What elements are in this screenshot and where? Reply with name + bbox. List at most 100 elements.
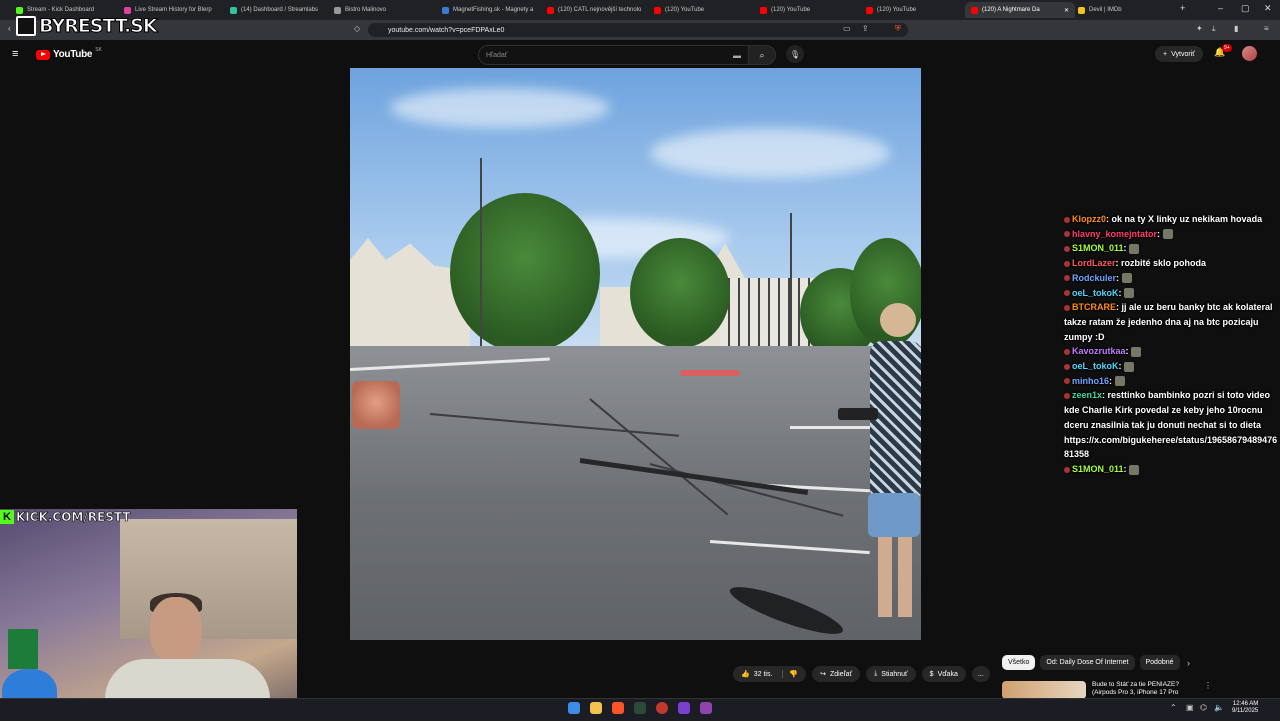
browser-tab[interactable]: (120) A Nightmare Da ✕ — [965, 2, 1075, 18]
plus-icon: + — [1163, 50, 1168, 58]
emote-icon — [1114, 376, 1125, 387]
close-window-icon[interactable]: ✕ — [1264, 3, 1272, 14]
chat-message: BTCRARE: jj ale uz beru banky btc ak kol… — [1064, 302, 1273, 342]
rc-plane — [680, 370, 740, 376]
download-label: Stiahnuť — [881, 670, 908, 678]
tab-label: Bistro Malinovo — [345, 7, 387, 13]
chat-username: minho16 — [1072, 375, 1110, 386]
kick-channel-text: KICK.COM/RESTT — [16, 510, 131, 525]
youtube-play-icon — [36, 49, 50, 60]
clock-date: 9/11/2025 — [1232, 708, 1259, 714]
filter-chip[interactable]: Podobné — [1139, 655, 1180, 670]
light-pole — [480, 158, 482, 348]
parking-line — [790, 426, 870, 429]
minimize-icon[interactable]: – — [1218, 3, 1223, 13]
share-page-icon[interactable]: ⇪ — [862, 24, 869, 33]
more-actions-button[interactable]: ... — [971, 666, 990, 682]
chat-message: Klopzz0: ok na ty X linky uz nekikam hov… — [1064, 212, 1278, 227]
reaction-face-overlay — [352, 381, 400, 429]
browser-tab[interactable]: (14) Dashboard / Streamlabs — [224, 2, 334, 18]
stream-chat-overlay: Klopzz0: ok na ty X linky uz nekikam hov… — [1064, 212, 1278, 477]
emote-icon — [1129, 244, 1140, 255]
system-clock[interactable]: 12:46 AM 9/11/2025 — [1232, 701, 1258, 715]
app-icon[interactable] — [678, 702, 690, 714]
browser-tab[interactable]: (120) CATL nejnovější technolo — [541, 2, 651, 18]
chat-message: hlavny_komejntator: — [1064, 227, 1278, 242]
platform-badge-icon — [1064, 363, 1070, 370]
recommendation-item[interactable]: Bude to Stáť za tie PENIAZE? (Airpods Pr… — [1002, 681, 1270, 699]
back-icon[interactable]: ‹ — [8, 24, 11, 33]
chat-username: Klopzz0 — [1072, 214, 1107, 224]
close-tab-icon[interactable]: ✕ — [1064, 7, 1069, 14]
tray-app-icon[interactable]: ▣ — [1186, 703, 1194, 712]
sidebar-icon[interactable]: ▮ — [1234, 24, 1238, 33]
download-button[interactable]: ⤓ Stiahnuť — [866, 666, 916, 682]
keyboard-icon[interactable]: ▬ — [733, 51, 741, 60]
avatar[interactable] — [1242, 46, 1257, 61]
volume-icon[interactable]: 🔈 — [1214, 703, 1224, 712]
browser-tab[interactable]: Bistro Malinovo — [328, 2, 440, 18]
filter-chip[interactable]: Od: Daily Dose Of Internet — [1040, 655, 1135, 670]
chevron-right-icon[interactable]: › — [1187, 658, 1190, 668]
tree — [630, 238, 730, 348]
more-actions-icon: ... — [977, 670, 984, 678]
app-icon[interactable] — [700, 702, 712, 714]
light-pole — [790, 213, 792, 353]
maximize-icon[interactable]: ▢ — [1241, 3, 1250, 14]
new-tab-button[interactable]: + — [1180, 3, 1185, 13]
chat-message: LordLazer: rozbité sklo pohoda — [1064, 256, 1278, 271]
browser-tab[interactable]: Devil | IMDb — [1072, 2, 1174, 18]
downloads-icon[interactable]: ⤓ — [1212, 24, 1216, 34]
platform-badge-icon — [1064, 304, 1070, 311]
address-bar[interactable]: youtube.com/watch?v=pceFDPAxLe0 — [368, 23, 908, 37]
thanks-button[interactable]: $ Vďaka — [921, 666, 966, 682]
recommendation-thumbnail[interactable] — [1002, 681, 1086, 699]
thanks-label: Vďaka — [937, 670, 958, 678]
voice-search-button[interactable]: 🎙 — [786, 45, 804, 63]
tab-favicon-icon — [442, 6, 449, 14]
share-icon: ↪ — [820, 671, 826, 678]
brave-shield-icon[interactable]: ⛨ — [895, 24, 901, 34]
kick-logo-icon: K — [0, 510, 14, 524]
browser-tab[interactable]: MagnetFishing.sk - Magnety a — [436, 2, 544, 18]
webcam-feed — [0, 509, 297, 720]
url-text: youtube.com/watch?v=pceFDPAxLe0 — [388, 26, 505, 34]
tab-label: (120) YouTube — [771, 7, 811, 13]
tab-label: Devil | IMDb — [1089, 7, 1122, 13]
recommendation-menu-icon[interactable]: ⋮ — [1204, 681, 1212, 699]
terminal-icon[interactable] — [634, 702, 646, 714]
tab-favicon-icon — [654, 6, 661, 14]
video-player[interactable] — [350, 68, 921, 640]
search-button[interactable]: ⌕ — [748, 45, 776, 65]
like-button[interactable]: 👍 32 tis. 👎 — [733, 666, 807, 682]
network-icon[interactable]: ⌬ — [1200, 703, 1207, 712]
emote-icon — [1121, 273, 1132, 284]
like-count: 32 tis. — [753, 670, 773, 678]
search-input[interactable]: Hľadať ▬ — [478, 45, 750, 65]
tab-favicon-icon — [334, 6, 341, 14]
bookmark-icon[interactable]: ◇ — [354, 24, 360, 33]
youtube-logo[interactable]: YouTube SK — [36, 47, 102, 60]
tray-chevron-icon[interactable]: ⌃ — [1170, 703, 1177, 712]
brave-browser-icon[interactable] — [612, 702, 624, 714]
extensions-icon[interactable]: ✦ — [1196, 24, 1203, 33]
browser-tab[interactable]: (120) YouTube — [860, 2, 970, 18]
share-button[interactable]: ↪ Zdieľať — [812, 666, 861, 682]
file-explorer-icon[interactable] — [590, 702, 602, 714]
hamburger-menu-icon[interactable]: ≡ — [12, 48, 18, 60]
parking-lot — [350, 346, 921, 640]
browser-tab[interactable]: (120) YouTube — [648, 2, 758, 18]
obs-icon[interactable] — [656, 702, 668, 714]
search-icon: ⌕ — [759, 49, 765, 60]
filter-chip[interactable]: Všetko — [1002, 655, 1036, 670]
recommendation-title[interactable]: Bude to Stáť za tie PENIAZE? (Airpods Pr… — [1092, 681, 1192, 699]
chat-message: Rodckuler: — [1064, 271, 1278, 286]
browser-tab[interactable]: (120) YouTube — [754, 2, 864, 18]
dislike-icon[interactable]: 👎 — [782, 670, 798, 678]
tab-label: (120) A Nightmare Da — [982, 7, 1040, 13]
create-button[interactable]: + Vytvoriť — [1155, 46, 1203, 62]
cast-icon[interactable]: ▭ — [843, 24, 851, 33]
browser-menu-icon[interactable]: ≡ — [1264, 24, 1269, 33]
start-icon[interactable] — [568, 702, 580, 714]
emote-icon — [1124, 288, 1135, 299]
